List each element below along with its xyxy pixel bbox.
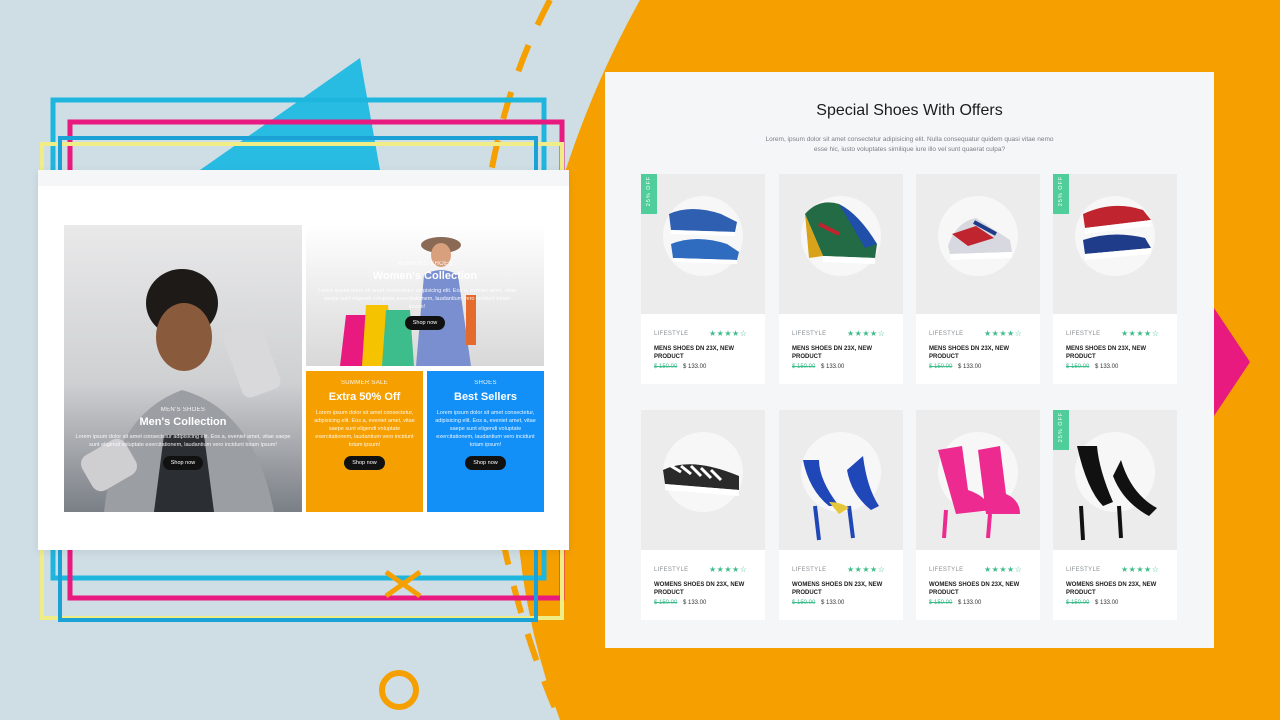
rating-stars: ★★★★☆ bbox=[847, 329, 886, 338]
rating-stars: ★★★★☆ bbox=[1121, 565, 1160, 574]
product-name[interactable]: MENS SHOES DN 23X, NEW PRODUCT bbox=[654, 345, 754, 361]
best-sellers-tile[interactable]: SHOES Best Sellers Lorem ipsum dolor sit… bbox=[427, 371, 544, 512]
product-image[interactable] bbox=[641, 410, 765, 550]
sale-kicker: SUMMER SALE bbox=[341, 380, 388, 386]
offer-badge-label: 25% OFF bbox=[646, 175, 652, 207]
card-top-band bbox=[38, 170, 569, 186]
product-card[interactable]: LIFESTYLE ★★★★☆ WOMENS SHOES DN 23X, NEW P… bbox=[641, 410, 765, 620]
sale-text: Lorem ipsum dolor sit amet consectetur, … bbox=[314, 410, 415, 448]
mens-collection-tile[interactable]: MEN'S SHOES Men's Collection Lorem ipsum… bbox=[64, 225, 302, 512]
product-price: $ 133.00 bbox=[821, 600, 845, 606]
product-name[interactable]: MENS SHOES DN 23X, NEW PRODUCT bbox=[929, 345, 1029, 361]
product-old-price: $ 150.00 bbox=[654, 364, 678, 370]
product-price: $ 133.00 bbox=[1095, 600, 1119, 606]
product-category: LIFESTYLE bbox=[1066, 567, 1101, 573]
best-title: Best Sellers bbox=[454, 391, 517, 403]
product-card[interactable]: 25% OFF LIFESTYLE ★★★★☆ WOMENS SHOES DN 23X… bbox=[1053, 410, 1177, 620]
rating-stars: ★★★★☆ bbox=[984, 565, 1023, 574]
sale-title: Extra 50% Off bbox=[328, 391, 401, 403]
product-name[interactable]: MENS SHOES DN 23X, NEW PRODUCT bbox=[792, 345, 892, 361]
product-price: $ 133.00 bbox=[821, 364, 845, 370]
womens-kicker: WOMEN'S SHOES bbox=[397, 261, 453, 267]
product-category: LIFESTYLE bbox=[1066, 331, 1101, 337]
womens-title: Women's Collection bbox=[372, 270, 478, 282]
offers-title: Special Shoes With Offers bbox=[816, 102, 1003, 119]
product-card[interactable]: 25% OFF LIFESTYLE ★★★★☆ MENS SHOES DN 23X, … bbox=[641, 174, 765, 384]
product-category: LIFESTYLE bbox=[654, 331, 689, 337]
product-image[interactable] bbox=[916, 174, 1040, 314]
product-card[interactable]: LIFESTYLE ★★★★☆ WOMENS SHOES DN 23X, NEW P… bbox=[779, 410, 903, 620]
product-image[interactable] bbox=[779, 174, 903, 314]
mens-shop-now-button[interactable]: Shop now bbox=[162, 456, 204, 470]
offer-badge-label: 25% OFF bbox=[1058, 411, 1064, 443]
product-image[interactable] bbox=[916, 410, 1040, 550]
mens-kicker: MEN'S SHOES bbox=[160, 407, 206, 413]
product-image[interactable]: 25% OFF bbox=[1053, 174, 1177, 314]
summer-sale-tile[interactable]: SUMMER SALE Extra 50% Off Lorem ipsum do… bbox=[306, 371, 423, 512]
product-name[interactable]: MENS SHOES DN 23X, NEW PRODUCT bbox=[1066, 345, 1166, 361]
womens-shop-now-button[interactable]: Shop now bbox=[404, 316, 446, 330]
product-old-price: $ 150.00 bbox=[1066, 600, 1090, 606]
blue-heels-image bbox=[803, 456, 879, 541]
product-category: LIFESTYLE bbox=[654, 567, 689, 573]
product-card[interactable]: 25% OFF LIFESTYLE ★★★★☆ MENS SHOES DN 23X, … bbox=[1053, 174, 1177, 384]
product-image[interactable]: 25% OFF bbox=[641, 174, 765, 314]
rating-stars: ★★★★☆ bbox=[709, 329, 748, 338]
offer-badge-label: 25% OFF bbox=[1058, 175, 1064, 207]
pink-booties-image bbox=[938, 446, 1020, 539]
mens-text: Lorem ipsum dolor sit amet consectetur a… bbox=[75, 434, 291, 448]
product-price: $ 133.00 bbox=[683, 364, 707, 370]
product-old-price: $ 150.00 bbox=[1066, 364, 1090, 370]
product-image[interactable]: 25% OFF bbox=[1053, 410, 1177, 550]
checkered-slipon-image bbox=[663, 464, 739, 496]
womens-text: Lorem ipsum dolor sit amet consectetur a… bbox=[317, 288, 517, 310]
product-card[interactable]: LIFESTYLE ★★★★☆ WOMENS SHOES DN 23X, NEW P… bbox=[916, 410, 1040, 620]
running-sneaker-image bbox=[948, 218, 1012, 260]
category-banner-card: MEN'S SHOES Men's Collection Lorem ipsum… bbox=[38, 170, 569, 550]
best-shop-now-button[interactable]: Shop now bbox=[465, 456, 506, 470]
mens-title: Men's Collection bbox=[139, 416, 227, 428]
offer-badge: 25% OFF bbox=[1053, 410, 1069, 450]
product-old-price: $ 150.00 bbox=[792, 364, 816, 370]
best-text: Lorem ipsum dolor sit amet consectetur, … bbox=[435, 410, 536, 448]
sale-shop-now-button[interactable]: Shop now bbox=[344, 456, 385, 470]
product-category: LIFESTYLE bbox=[792, 567, 827, 573]
product-name[interactable]: WOMENS SHOES DN 23X, NEW PRODUCT bbox=[929, 581, 1029, 597]
rating-stars: ★★★★☆ bbox=[984, 329, 1023, 338]
offer-badge: 25% OFF bbox=[641, 174, 657, 214]
product-card[interactable]: LIFESTYLE ★★★★☆ MENS SHOES DN 23X, NEW PRO… bbox=[779, 174, 903, 384]
product-name[interactable]: WOMENS SHOES DN 23X, NEW PRODUCT bbox=[654, 581, 754, 597]
skate-sneaker-image bbox=[805, 202, 877, 264]
product-old-price: $ 150.00 bbox=[929, 364, 953, 370]
product-name[interactable]: WOMENS SHOES DN 23X, NEW PRODUCT bbox=[792, 581, 892, 597]
product-name[interactable]: WOMENS SHOES DN 23X, NEW PRODUCT bbox=[1066, 581, 1166, 597]
rating-stars: ★★★★☆ bbox=[709, 565, 748, 574]
womens-collection-tile[interactable]: WOMEN'S SHOES Women's Collection Lorem i… bbox=[306, 225, 544, 366]
offer-badge: 25% OFF bbox=[1053, 174, 1069, 214]
rating-stars: ★★★★☆ bbox=[1121, 329, 1160, 338]
product-category: LIFESTYLE bbox=[792, 331, 827, 337]
product-old-price: $ 150.00 bbox=[929, 600, 953, 606]
product-category: LIFESTYLE bbox=[929, 567, 964, 573]
special-offers-panel: Special Shoes With Offers Lorem, ipsum d… bbox=[605, 72, 1214, 648]
product-price: $ 133.00 bbox=[683, 600, 707, 606]
black-heels-image bbox=[1077, 446, 1157, 541]
product-card[interactable]: LIFESTYLE ★★★★☆ MENS SHOES DN 23X, NEW PRO… bbox=[916, 174, 1040, 384]
product-price: $ 133.00 bbox=[958, 364, 982, 370]
offers-subtitle: Lorem, ipsum dolor sit amet consectetur … bbox=[765, 136, 1054, 153]
product-image[interactable] bbox=[779, 410, 903, 550]
product-price: $ 133.00 bbox=[958, 600, 982, 606]
product-price: $ 133.00 bbox=[1095, 364, 1119, 370]
product-old-price: $ 150.00 bbox=[792, 600, 816, 606]
blue-sneaker-image bbox=[669, 209, 739, 264]
product-old-price: $ 150.00 bbox=[654, 600, 678, 606]
best-kicker: SHOES bbox=[474, 380, 497, 386]
canvas-sneaker-image bbox=[1083, 205, 1151, 260]
product-category: LIFESTYLE bbox=[929, 331, 964, 337]
rating-stars: ★★★★☆ bbox=[847, 565, 886, 574]
